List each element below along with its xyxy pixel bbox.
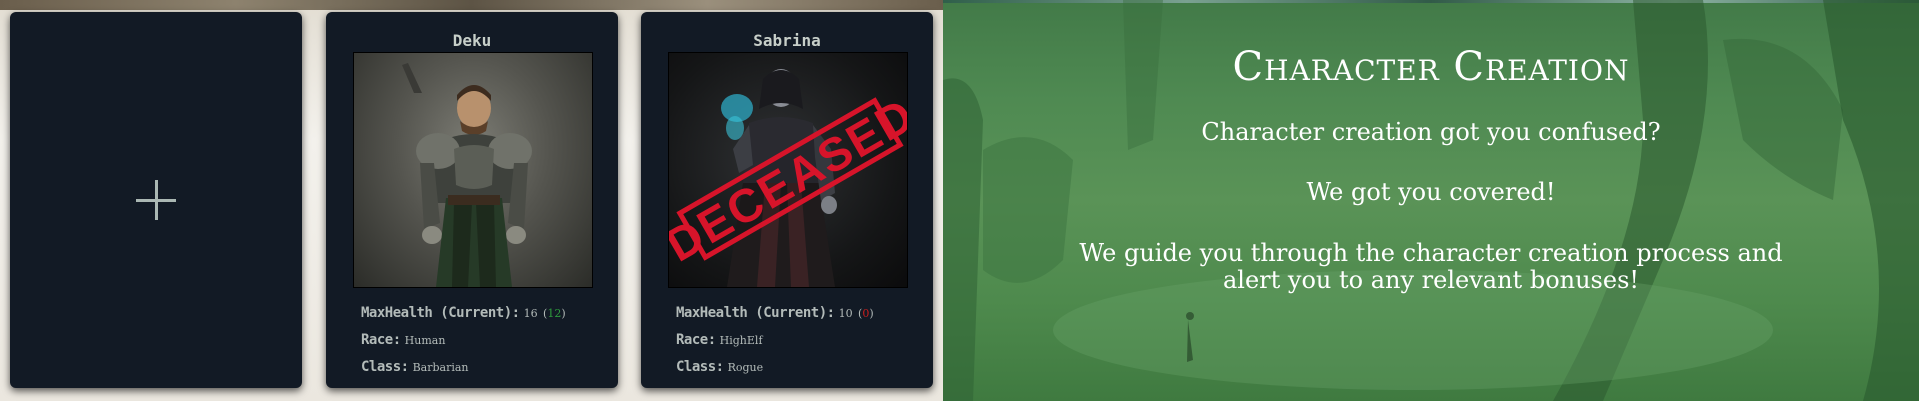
character-portrait [353, 52, 593, 288]
hero-question: Character creation got you confused? [1201, 118, 1661, 146]
add-character-card[interactable] [10, 12, 302, 388]
race-label: Race: [361, 332, 401, 348]
hero-description-line2: alert you to any relevant bonuses! [1222, 266, 1640, 294]
max-health-row: MaxHealth (Current): 16 (12) [361, 305, 566, 332]
max-health-value: 10 [838, 307, 853, 320]
health-close-paren: ) [869, 307, 874, 320]
class-value: Rogue [727, 361, 764, 374]
character-stats: MaxHealth (Current): 10 (0) Race: HighElf … [676, 305, 874, 386]
top-banner-strip [0, 0, 943, 10]
max-health-label: MaxHealth (Current): [676, 305, 835, 321]
character-card-sabrina[interactable]: Sabrina DECEASED MaxHealth (Current): 10 … [641, 12, 933, 388]
character-stats: MaxHealth (Current): 16 (12) Race: Human C… [361, 305, 566, 386]
character-name: Sabrina [753, 31, 821, 50]
class-label: Class: [676, 359, 724, 375]
class-row: Class: Rogue [676, 359, 874, 386]
max-health-row: MaxHealth (Current): 10 (0) [676, 305, 874, 332]
character-card-deku[interactable]: Deku MaxHealth (Current): 16 (12) Race: … [326, 12, 618, 388]
class-row: Class: Barbarian [361, 359, 566, 386]
hero-title: Character Creation [1232, 44, 1630, 90]
hero-description-line1: We guide you through the character creat… [1079, 239, 1783, 267]
class-value: Barbarian [412, 361, 469, 374]
plus-icon [136, 180, 176, 220]
race-row: Race: HighElf [676, 332, 874, 359]
health-close-paren: ) [561, 307, 566, 320]
hero-reassurance: We got you covered! [1306, 178, 1556, 206]
character-name: Deku [452, 31, 492, 50]
race-value: HighElf [719, 334, 763, 347]
character-list-panel: Deku MaxHealth (Current): 16 (12) Race: … [0, 0, 943, 401]
armored-warrior-illustration [402, 63, 532, 287]
current-health-value: 12 [547, 307, 562, 320]
character-creation-hero: Character Creation Character creation go… [943, 0, 1919, 401]
race-label: Race: [676, 332, 716, 348]
class-label: Class: [361, 359, 409, 375]
character-portrait: DECEASED [668, 52, 908, 288]
max-health-label: MaxHealth (Current): [361, 305, 520, 321]
race-row: Race: Human [361, 332, 566, 359]
race-value: Human [404, 334, 446, 347]
max-health-value: 16 [523, 307, 538, 320]
